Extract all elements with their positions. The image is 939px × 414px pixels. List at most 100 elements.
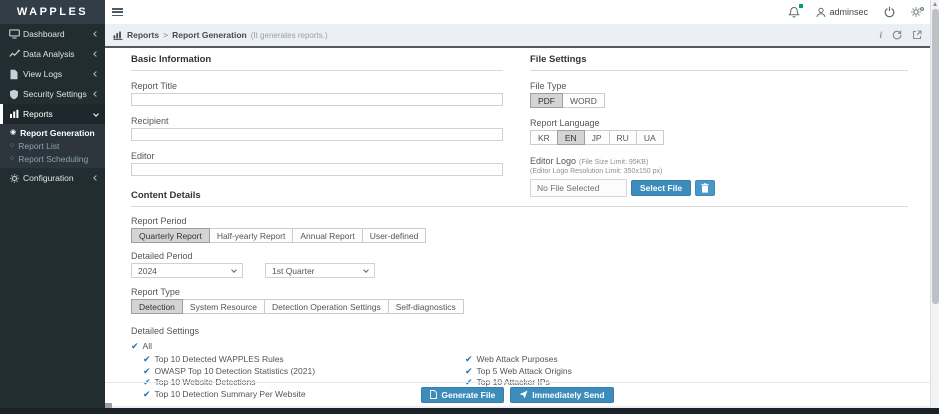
period-half-yearly-button[interactable]: Half-yearly Report: [209, 228, 294, 243]
check-web-attack-purposes[interactable]: Web Attack Purposes: [465, 354, 572, 366]
checkbox-checked-icon: [143, 354, 151, 364]
topbar-actions: adminsec: [788, 0, 925, 24]
report-language-label: Report Language: [530, 118, 908, 128]
main-content: Reports > Report Generation (It generate…: [105, 24, 930, 408]
report-type-group: Detection System Resource Detection Oper…: [131, 299, 908, 314]
panel-footer: Generate File Immediately Send: [105, 382, 930, 406]
info-icon[interactable]: i: [879, 30, 882, 40]
type-system-resource-button[interactable]: System Resource: [182, 299, 265, 314]
document-icon: [9, 69, 23, 80]
sidebar-item-data-analysis[interactable]: Data Analysis: [0, 44, 105, 64]
editor-input[interactable]: [131, 163, 503, 176]
scroll-up-arrow-icon: [933, 2, 937, 6]
period-annual-button[interactable]: Annual Report: [292, 228, 362, 243]
line-chart-icon: [9, 49, 23, 59]
sidebar-item-view-logs[interactable]: View Logs: [0, 64, 105, 84]
reports-submenu: ◉ Report Generation ○ Report List ○ Repo…: [0, 124, 105, 168]
notifications-bell-icon[interactable]: [788, 6, 800, 19]
editor-logo-label: Editor Logo: [530, 156, 576, 166]
bullet-icon: ○: [10, 142, 14, 149]
language-kr-button[interactable]: KR: [530, 130, 558, 145]
breadcrumb-separator: >: [163, 30, 168, 40]
file-type-pdf-button[interactable]: PDF: [530, 93, 563, 108]
detailed-settings-label: Detailed Settings: [131, 326, 908, 336]
sidebar-subitem-report-list[interactable]: ○ Report List: [0, 139, 105, 152]
period-user-defined-button[interactable]: User-defined: [362, 228, 427, 243]
resolution-limit-note: (Editor Logo Resolution Limit: 350x150 p…: [530, 168, 908, 175]
recipient-input[interactable]: [131, 128, 503, 141]
chevron-left-icon: [93, 71, 99, 77]
username-label: adminsec: [829, 7, 868, 17]
sidebar-subitem-report-scheduling[interactable]: ○ Report Scheduling: [0, 152, 105, 165]
monitor-icon: [9, 29, 23, 39]
top-bar: WAPPLES adminsec: [0, 0, 939, 24]
checkbox-checked-icon: [465, 354, 473, 364]
quarter-select[interactable]: 1st Quarter: [265, 263, 375, 278]
user-icon: [816, 7, 826, 18]
file-icon: [430, 390, 437, 399]
breadcrumb-section[interactable]: Reports: [127, 30, 159, 40]
language-en-button[interactable]: EN: [557, 130, 585, 145]
panel-actions: i: [879, 30, 922, 40]
window-bottom-edge: [0, 408, 939, 414]
basic-information-section: Basic Information Report Title Recipient…: [131, 54, 503, 176]
type-self-diagnostics-button[interactable]: Self-diagnostics: [388, 299, 464, 314]
sidebar-item-security-settings[interactable]: Security Settings: [0, 84, 105, 104]
chevron-left-icon: [93, 91, 99, 97]
generate-file-button[interactable]: Generate File: [421, 387, 504, 403]
detailed-period-row: 2024 1st Quarter: [131, 263, 908, 278]
vertical-scrollbar[interactable]: [930, 0, 939, 414]
editor-label: Editor: [131, 151, 503, 161]
bullet-icon: ○: [10, 155, 14, 162]
open-external-icon[interactable]: [912, 30, 922, 40]
breadcrumb: Reports > Report Generation (It generate…: [105, 24, 930, 46]
file-type-word-button[interactable]: WORD: [562, 93, 605, 108]
file-type-label: File Type: [530, 81, 908, 91]
type-detection-button[interactable]: Detection: [131, 299, 183, 314]
report-type-label: Report Type: [131, 287, 908, 297]
section-title: Content Details: [131, 190, 908, 207]
checkbox-checked-icon: [465, 366, 473, 376]
user-menu[interactable]: adminsec: [816, 7, 868, 18]
year-select[interactable]: 2024: [131, 263, 243, 278]
send-icon: [519, 390, 528, 399]
editor-logo-label-row: Editor Logo (File Size Limit: 95KB): [530, 156, 908, 166]
chevron-left-icon: [93, 31, 99, 37]
chevron-down-icon: [363, 267, 369, 273]
report-title-label: Report Title: [131, 81, 503, 91]
language-ua-button[interactable]: UA: [636, 130, 664, 145]
check-top5-web-attack-origins[interactable]: Top 5 Web Attack Origins: [465, 365, 572, 377]
immediately-send-button[interactable]: Immediately Send: [510, 387, 613, 403]
file-type-group: PDF WORD: [530, 93, 908, 108]
report-period-group: Quarterly Report Half-yearly Report Annu…: [131, 228, 908, 243]
recipient-label: Recipient: [131, 116, 503, 126]
notification-badge: [798, 3, 804, 9]
checkbox-checked-icon: [143, 366, 151, 376]
sidebar-item-dashboard[interactable]: Dashboard: [0, 24, 105, 44]
section-title: Basic Information: [131, 54, 503, 71]
settings-gears-icon[interactable]: [911, 6, 925, 18]
check-all[interactable]: All: [131, 340, 908, 352]
report-generation-panel: Basic Information Report Title Recipient…: [105, 46, 930, 406]
checkbox-checked-icon: [131, 341, 139, 351]
power-icon[interactable]: [884, 6, 895, 18]
sidebar-item-reports[interactable]: Reports: [0, 104, 105, 124]
report-language-group: KR EN JP RU UA: [530, 130, 908, 145]
shield-icon: [9, 89, 23, 100]
sidebar-subitem-report-generation[interactable]: ◉ Report Generation: [0, 126, 105, 139]
sidebar-item-configuration[interactable]: Configuration: [0, 168, 105, 188]
type-detection-operation-settings-button[interactable]: Detection Operation Settings: [264, 299, 389, 314]
report-title-input[interactable]: [131, 93, 503, 106]
sidebar-toggle-icon[interactable]: [112, 8, 123, 17]
brand-logo[interactable]: WAPPLES: [0, 0, 105, 24]
chevron-left-icon: [93, 175, 99, 181]
refresh-icon[interactable]: [892, 30, 902, 40]
gear-icon: [9, 173, 23, 184]
content-details-section: Content Details Report Period Quarterly …: [131, 190, 908, 400]
report-period-label: Report Period: [131, 216, 908, 226]
language-ru-button[interactable]: RU: [609, 130, 637, 145]
scrollbar-thumb[interactable]: [932, 9, 939, 304]
period-quarterly-button[interactable]: Quarterly Report: [131, 228, 210, 243]
language-jp-button[interactable]: JP: [584, 130, 610, 145]
file-size-limit-note: (File Size Limit: 95KB): [579, 159, 648, 166]
